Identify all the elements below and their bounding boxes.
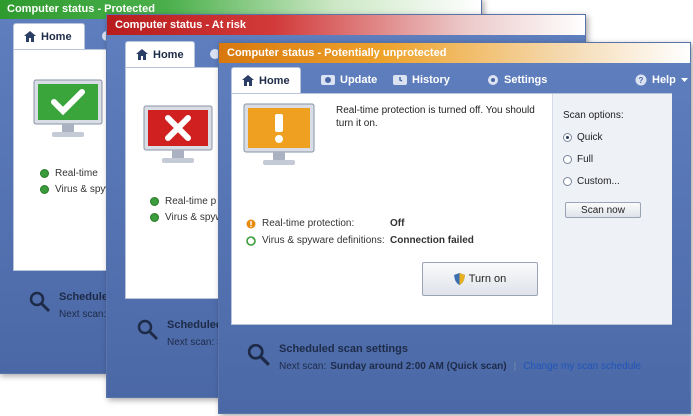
next-scan-row: Next scan: Sunday around 2:00 AM (Quick … [279, 361, 641, 372]
green-check-icon [40, 185, 49, 194]
status-row-definitions: Virus & spyware definitions: Connection … [246, 235, 474, 246]
magnifier-icon [137, 319, 159, 341]
help-icon: ? [635, 74, 647, 86]
definitions-label: Virus & spyware definitions: [262, 235, 385, 246]
refresh-warning-icon [246, 235, 256, 246]
tab-update[interactable]: Update [311, 67, 387, 93]
red-x-monitor-icon [143, 105, 213, 163]
radio-custom[interactable]: Custom... [563, 176, 620, 187]
shield-icon [453, 273, 465, 285]
green-check-icon [150, 197, 159, 206]
radio-label: Quick [577, 132, 603, 143]
scan-now-label: Scan now [581, 204, 625, 216]
radio-label: Custom... [577, 176, 620, 187]
scheduled-title: Scheduled scan settings [279, 343, 408, 355]
next-scan: Next scan: S [167, 337, 224, 348]
tab-label: Settings [504, 74, 548, 86]
next-scan-label: Next scan: [279, 361, 327, 372]
svg-text:?: ? [639, 76, 644, 85]
definitions-value: Connection failed [390, 235, 474, 246]
radio-unselected-icon [563, 177, 572, 186]
home-icon [136, 49, 148, 60]
tab-label: Home [259, 74, 290, 87]
status-label: Real-time [55, 168, 98, 179]
magnifier-icon [29, 291, 51, 313]
warning-icon [246, 219, 256, 228]
home-icon [24, 31, 36, 42]
radio-selected-icon [563, 133, 572, 142]
scan-now-button[interactable]: Scan now [565, 202, 641, 218]
tab-label: Home [41, 30, 72, 43]
tab-label: History [412, 74, 450, 86]
radio-quick[interactable]: Quick [563, 132, 603, 143]
window-title: Computer status - At risk [107, 15, 585, 35]
radio-full[interactable]: Full [563, 154, 593, 165]
status-row-definitions: Virus & spyw [150, 212, 223, 223]
realtime-value: Off [390, 218, 405, 229]
window-unprotected: Computer status - Potentially unprotecte… [218, 42, 691, 414]
separator: | [513, 361, 517, 372]
realtime-label: Real-time protection: [262, 218, 355, 229]
warning-monitor-icon [243, 103, 315, 165]
turn-on-label: Turn on [468, 273, 507, 285]
turn-on-button[interactable]: Turn on [422, 262, 538, 296]
next-scan-value: Sunday around 2:00 AM (Quick scan) [330, 361, 507, 372]
status-row-realtime: Real-time protection: Off [246, 218, 404, 229]
status-label: Virus & spyw [55, 184, 113, 195]
green-check-icon [150, 213, 159, 222]
gear-icon [488, 75, 498, 85]
tab-settings[interactable]: Settings [477, 67, 557, 93]
green-check-icon [40, 169, 49, 178]
status-row-definitions: Virus & spyw [40, 184, 113, 195]
help-menu[interactable]: ? Help [625, 67, 690, 93]
history-icon [393, 75, 407, 85]
tab-label: Home [153, 48, 184, 61]
green-check-monitor-icon [33, 79, 103, 137]
tab-row: Home Update History Settings ? Help [219, 63, 690, 93]
scan-options-panel: Scan options: Quick Full Custom... Scan … [552, 94, 672, 324]
home-icon [242, 75, 254, 86]
tab-label: Help [652, 74, 676, 86]
status-row-realtime: Real-time [40, 168, 98, 179]
tab-history[interactable]: History [383, 67, 460, 93]
status-label: Virus & spyw [165, 212, 223, 223]
main-panel: Real-time protection is turned off. You … [231, 93, 672, 325]
status-label: Real-time p [165, 196, 217, 207]
tab-home[interactable]: Home [13, 23, 85, 49]
status-message: Real-time protection is turned off. You … [336, 105, 535, 129]
tab-home[interactable]: Home [125, 41, 195, 67]
radio-label: Full [577, 154, 594, 165]
chevron-down-icon [680, 77, 688, 82]
status-row-realtime: Real-time p [150, 196, 216, 207]
window-title: Computer status - Potentially unprotecte… [219, 43, 690, 63]
tab-label: Update [340, 74, 378, 86]
scan-options-title: Scan options: [563, 110, 624, 121]
magnifier-icon [247, 343, 270, 366]
radio-unselected-icon [563, 155, 572, 164]
update-icon [321, 75, 335, 85]
tab-home[interactable]: Home [231, 67, 301, 93]
change-schedule-link[interactable]: Change my scan schedule [523, 361, 641, 372]
